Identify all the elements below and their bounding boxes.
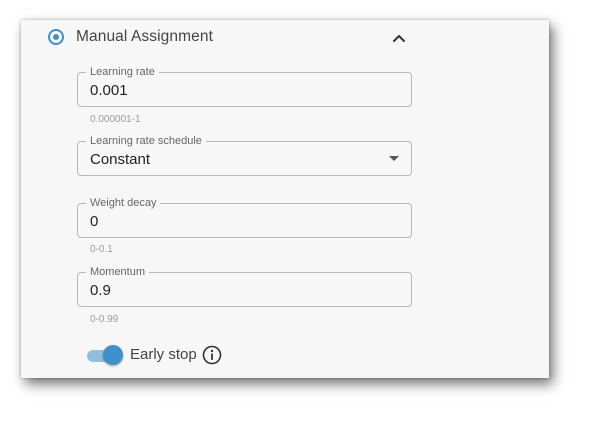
lr-schedule-select[interactable]: Learning rate schedule Constant (77, 134, 412, 176)
learning-rate-input[interactable] (90, 79, 390, 101)
momentum-input[interactable] (90, 279, 390, 301)
lr-schedule-value: Constant (90, 151, 151, 168)
chevron-up-icon[interactable] (390, 29, 408, 47)
manual-assignment-panel: Manual Assignment Learning rate 0.000001… (21, 20, 549, 378)
learning-rate-hint: 0.000001-1 (90, 114, 141, 125)
momentum-field[interactable]: Momentum (77, 265, 412, 307)
momentum-hint: 0-0.99 (90, 314, 119, 325)
momentum-label: Momentum (86, 265, 150, 279)
section-header[interactable]: Manual Assignment (21, 20, 549, 58)
weight-decay-input[interactable] (90, 210, 390, 232)
lr-schedule-label: Learning rate schedule (86, 134, 206, 148)
weight-decay-field[interactable]: Weight decay (77, 196, 412, 238)
weight-decay-hint: 0-0.1 (90, 244, 113, 255)
early-stop-toggle[interactable] (87, 345, 123, 365)
learning-rate-field[interactable]: Learning rate (77, 65, 412, 107)
early-stop-label: Early stop (130, 346, 197, 363)
info-circle-icon[interactable] (202, 345, 222, 365)
manual-assignment-radio[interactable] (48, 29, 64, 45)
section-title: Manual Assignment (76, 28, 213, 45)
dropdown-arrow-icon[interactable] (389, 156, 399, 161)
toggle-thumb (103, 345, 123, 365)
weight-decay-label: Weight decay (86, 196, 161, 210)
learning-rate-label: Learning rate (86, 65, 159, 79)
